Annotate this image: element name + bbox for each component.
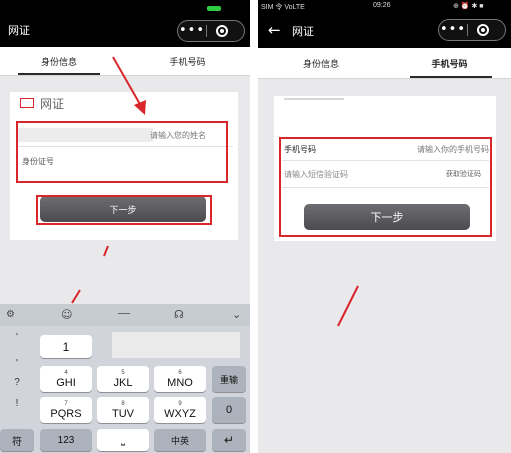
key-tuv-number: 8 [121, 400, 125, 407]
annotation-stroke [337, 285, 359, 327]
key-ghi[interactable]: 4 GHI [40, 366, 92, 392]
punct-key[interactable]: ' [2, 358, 32, 369]
right-screenshot: SIM 令 VoLTE 09:26 ⊕ ⏰ ✱ ■ ← 网证 ••• 身份信息 … [258, 0, 511, 453]
numeric-key[interactable]: 123 [40, 429, 92, 451]
key-tuv-letters: TUV [112, 407, 134, 420]
key-tuv[interactable]: 8 TUV [97, 397, 149, 423]
key-mno-letters: MNO [167, 376, 193, 389]
annotation-arrows [337, 285, 359, 327]
key-jkl-letters: JKL [113, 376, 133, 389]
key-jkl-number: 5 [121, 369, 125, 376]
key-pqrs-letters: PQRS [50, 407, 82, 420]
punct-key[interactable]: ' [2, 332, 32, 343]
key-ghi-letters: GHI [56, 376, 76, 389]
toolbar-divider [118, 313, 130, 314]
voice-icon[interactable]: ☊ [174, 308, 184, 321]
space-icon: ⎵ [121, 434, 125, 446]
symbols-key[interactable]: 符 [0, 429, 34, 451]
arrow-line [112, 56, 142, 107]
keyboard-toolbar: ⚙ ☺ ☊ ⌄ [0, 304, 250, 326]
collapse-keyboard-icon[interactable]: ⌄ [232, 308, 241, 321]
key-wxyz-number: 9 [178, 400, 182, 407]
emoji-icon[interactable]: ☺ [61, 308, 72, 321]
language-key[interactable]: 中英 [154, 429, 206, 451]
space-key[interactable]: ⎵ [97, 429, 149, 451]
left-screenshot: 网证 ••• 身份信息 手机号码 网证 请输入您的姓名 身份证号 下一步 ⚙ ☺ [0, 0, 250, 453]
key-mno-number: 6 [178, 369, 182, 376]
punct-key[interactable]: ? [2, 377, 32, 388]
punct-key[interactable]: ! [2, 398, 32, 409]
reenter-key[interactable]: 重输 [212, 366, 246, 392]
candidate-bar-blur [112, 332, 240, 358]
key-pqrs-number: 7 [64, 400, 68, 407]
annotation-arrows [71, 56, 146, 304]
key-mno[interactable]: 6 MNO [154, 366, 206, 392]
annotation-stroke [71, 289, 81, 304]
key-1[interactable]: 1 [40, 335, 92, 358]
key-jkl[interactable]: 5 JKL [97, 366, 149, 392]
return-icon[interactable]: ↵ [212, 429, 246, 451]
key-wxyz[interactable]: 9 WXYZ [154, 397, 206, 423]
key-0[interactable]: 0 [212, 397, 246, 423]
key-ghi-number: 4 [64, 369, 68, 376]
annotation-stroke [103, 245, 109, 257]
key-wxyz-letters: WXYZ [164, 407, 196, 420]
keyboard: ⚙ ☺ ☊ ⌄ ' ' ? ! 1 4 GHI 5 JKL 6 MNO 重输 7 PQR… [0, 304, 250, 453]
settings-icon[interactable]: ⚙ [6, 309, 15, 320]
key-pqrs[interactable]: 7 PQRS [40, 397, 92, 423]
